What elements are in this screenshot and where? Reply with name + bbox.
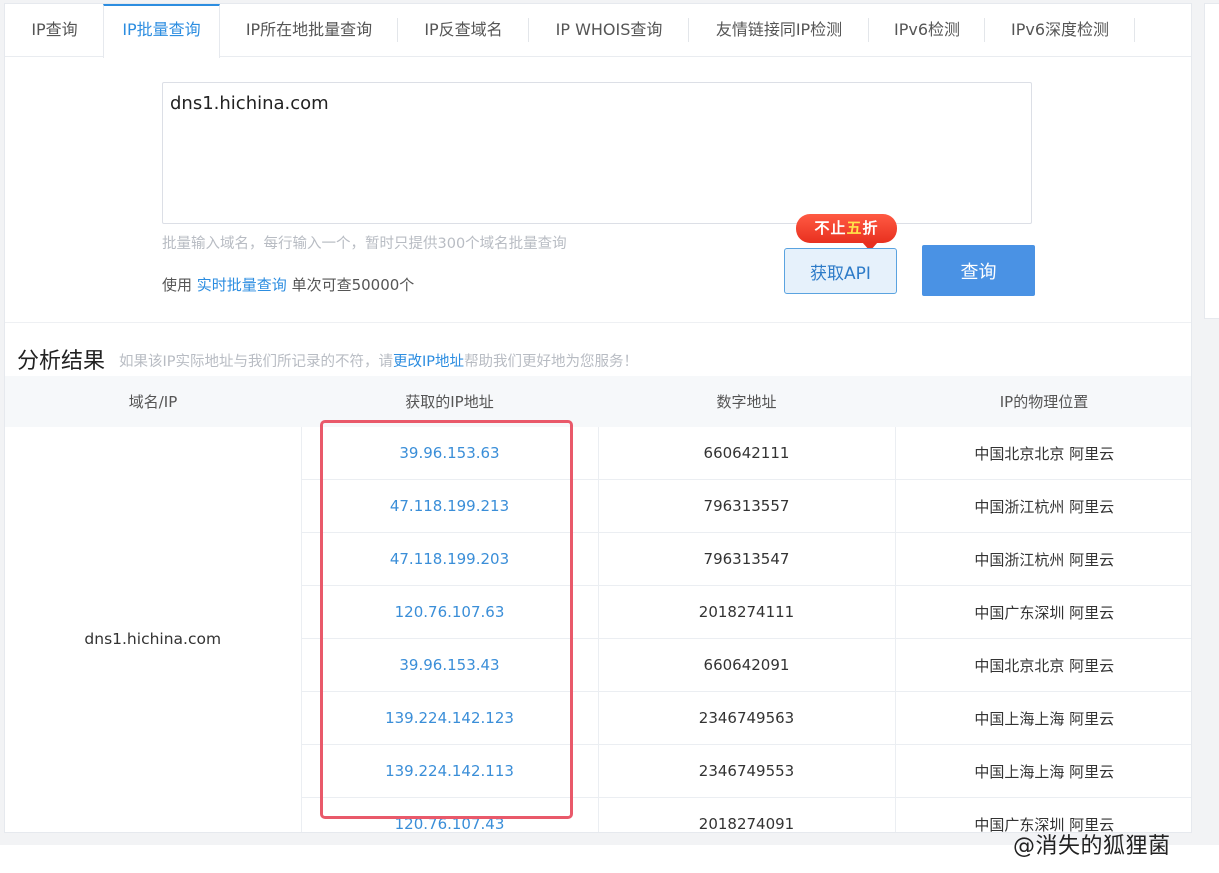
table-header-row: 域名/IP 获取的IP地址 数字地址 IP的物理位置 xyxy=(5,376,1191,427)
ip-link[interactable]: 39.96.153.63 xyxy=(399,444,499,462)
location-cell: 中国上海上海 阿里云 xyxy=(894,691,1191,745)
location-cell: 中国广东深圳 阿里云 xyxy=(894,585,1191,639)
ip-cell: 47.118.199.203 xyxy=(300,532,598,586)
domain-batch-input[interactable]: dns1.hichina.com xyxy=(162,82,1032,224)
ip-link[interactable]: 47.118.199.203 xyxy=(390,550,509,568)
promo-text-b: 五 xyxy=(846,219,863,237)
col-header-location: IP的物理位置 xyxy=(895,376,1191,427)
discount-badge: 不止五折 xyxy=(796,214,897,251)
ip-cell: 39.96.153.43 xyxy=(300,638,598,692)
note-suffix: 帮助我们更好地为您服务！ xyxy=(464,354,639,370)
realtime-batch-link[interactable]: 实时批量查询 xyxy=(197,276,287,294)
tab-ip-batch-query[interactable]: IP批量查询 xyxy=(103,4,220,58)
tab-ipv6-check[interactable]: IPv6检测 xyxy=(869,4,985,56)
numeric-cell: 796313547 xyxy=(597,532,895,586)
numeric-cell: 660642091 xyxy=(597,638,895,692)
location-cell: 中国浙江杭州 阿里云 xyxy=(894,479,1191,533)
result-title: 分析结果 xyxy=(17,349,106,374)
table-row: dns1.hichina.com 39.96.153.63 660642111 … xyxy=(5,427,1191,648)
promo-text-c: 折 xyxy=(862,219,879,237)
location-cell: 中国北京北京 阿里云 xyxy=(894,638,1191,692)
col-header-domain: 域名/IP xyxy=(5,376,301,427)
numeric-cell: 660642111 xyxy=(597,427,895,480)
get-api-button[interactable]: 获取API xyxy=(784,248,897,294)
location-cell: 中国北京北京 阿里云 xyxy=(894,427,1191,480)
ip-cell: 47.118.199.213 xyxy=(300,479,598,533)
change-ip-address-link[interactable]: 更改IP地址 xyxy=(393,354,464,370)
ip-link[interactable]: 39.96.153.43 xyxy=(399,656,499,674)
main-card: IP查询 IP批量查询 IP所在地批量查询 IP反查域名 IP WHOIS查询 … xyxy=(4,3,1192,833)
tab-ip-reverse-domain[interactable]: IP反查域名 xyxy=(398,4,529,56)
tab-ipv6-deep-check[interactable]: IPv6深度检测 xyxy=(985,4,1135,56)
tab-bar: IP查询 IP批量查询 IP所在地批量查询 IP反查域名 IP WHOIS查询 … xyxy=(5,4,1191,58)
side-panel-edge xyxy=(1204,3,1219,319)
ip-cell: 139.224.142.123 xyxy=(300,691,598,745)
tab-ip-whois[interactable]: IP WHOIS查询 xyxy=(529,4,689,56)
ip-link[interactable]: 120.76.107.43 xyxy=(395,815,505,832)
numeric-cell: 2346749553 xyxy=(597,744,895,798)
domain-cell: dns1.hichina.com xyxy=(84,629,222,648)
numeric-cell: 2346749563 xyxy=(597,691,895,745)
numeric-cell: 2018274091 xyxy=(597,797,895,832)
ip-cell: 39.96.153.63 xyxy=(300,427,598,480)
realtime-batch-info: 使用 实时批量查询 单次可查50000个 xyxy=(162,274,414,295)
promo-text-a: 不止 xyxy=(814,219,847,237)
ip-cell: 120.76.107.43 xyxy=(300,797,598,832)
ip-link[interactable]: 139.224.142.113 xyxy=(385,762,514,780)
col-header-ip: 获取的IP地址 xyxy=(301,376,598,427)
ip-link[interactable]: 120.76.107.63 xyxy=(395,603,505,621)
ip-link[interactable]: 139.224.142.123 xyxy=(385,709,514,727)
tab-ip-query[interactable]: IP查询 xyxy=(5,4,104,56)
watermark: @消失的狐狸菌 xyxy=(1013,834,1171,859)
numeric-cell: 796313557 xyxy=(597,479,895,533)
ip-link[interactable]: 47.118.199.213 xyxy=(390,497,509,515)
location-cell: 中国上海上海 阿里云 xyxy=(894,744,1191,798)
ip-cell: 139.224.142.113 xyxy=(300,744,598,798)
location-cell: 中国浙江杭州 阿里云 xyxy=(894,532,1191,586)
result-table: 域名/IP 获取的IP地址 数字地址 IP的物理位置 dns1.hichina.… xyxy=(5,376,1191,832)
input-hint: 批量输入域名，每行输入一个，暂时只提供300个域名批量查询 xyxy=(162,236,567,252)
tab-link-same-ip[interactable]: 友情链接同IP检测 xyxy=(689,4,869,56)
note-prefix: 如果该IP实际地址与我们所记录的不符，请 xyxy=(119,354,394,370)
col-header-numeric: 数字地址 xyxy=(598,376,895,427)
tab-ip-location-batch[interactable]: IP所在地批量查询 xyxy=(220,4,398,56)
result-note: 如果该IP实际地址与我们所记录的不符，请更改IP地址帮助我们更好地为您服务！ xyxy=(119,350,638,371)
ip-cell: 120.76.107.63 xyxy=(300,585,598,639)
section-divider xyxy=(5,322,1191,323)
numeric-cell: 2018274111 xyxy=(597,585,895,639)
realtime-prefix: 使用 xyxy=(162,276,193,294)
realtime-suffix: 单次可查50000个 xyxy=(291,276,415,294)
query-button[interactable]: 查询 xyxy=(922,245,1035,296)
